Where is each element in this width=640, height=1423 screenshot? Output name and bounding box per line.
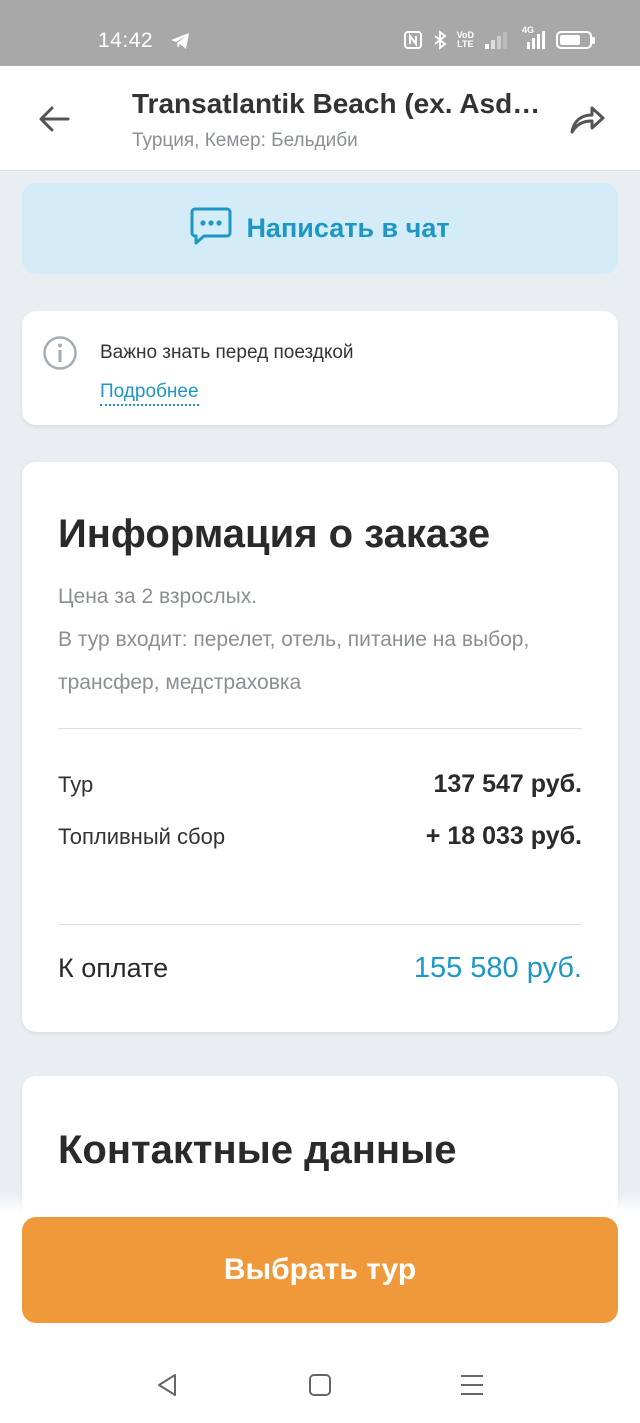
- fuel-fee-row: Топливный сбор + 18 033 руб.: [58, 822, 582, 851]
- fuel-label: Топливный сбор: [58, 824, 226, 849]
- tour-price-row: Тур 137 547 руб.: [58, 770, 582, 799]
- important-notice-card: Важно знать перед поездкой Подробнее: [22, 311, 618, 425]
- share-button[interactable]: [566, 100, 608, 140]
- triangle-back-icon: [158, 1374, 176, 1396]
- square-home-icon: [309, 1374, 331, 1396]
- back-button[interactable]: [34, 99, 74, 139]
- signal-4g-icon: 4G: [520, 26, 546, 50]
- telegram-icon: [170, 32, 190, 50]
- notice-text: Важно знать перед поездкой: [100, 342, 354, 363]
- total-value: 155 580 руб.: [413, 952, 582, 984]
- order-title: Информация о заказе: [58, 512, 491, 556]
- status-time: 14:42: [98, 29, 154, 52]
- tour-label: Тур: [58, 772, 94, 797]
- nav-home-button[interactable]: [305, 1370, 335, 1400]
- tour-value: 137 547 руб.: [433, 770, 582, 798]
- order-description: Цена за 2 взрослых. В тур входит: переле…: [58, 575, 578, 704]
- chat-icon: [190, 206, 232, 251]
- chat-button[interactable]: Написать в чат: [22, 183, 618, 274]
- order-info-card: Информация о заказе Цена за 2 взрослых. …: [22, 462, 618, 1032]
- page-title: Transatlantik Beach (ex. Asdem Beach Lab…: [132, 88, 542, 119]
- price-note: Цена за 2 взрослых.: [58, 585, 258, 608]
- nfc-icon: [403, 30, 423, 50]
- system-nav-bar: [0, 1345, 640, 1423]
- app-header: Transatlantik Beach (ex. Asdem Beach Lab…: [0, 66, 640, 171]
- page-subtitle: Турция, Кемер: Бельдиби: [132, 130, 358, 151]
- nav-menu-button[interactable]: [457, 1370, 487, 1400]
- bluetooth-icon: [433, 30, 447, 50]
- total-row: К оплате 155 580 руб.: [58, 952, 582, 985]
- fuel-value: + 18 033 руб.: [425, 822, 582, 850]
- menu-icon: [461, 1375, 483, 1395]
- arrow-left-icon: [39, 106, 70, 132]
- volte-icon: VoD LTE: [456, 30, 474, 49]
- battery-icon: [556, 31, 595, 49]
- tour-includes: В тур входит: перелет, отель, питание на…: [58, 628, 530, 694]
- more-details-link[interactable]: Подробнее: [100, 381, 199, 406]
- divider: [58, 728, 582, 729]
- choose-tour-label: Выбрать тур: [223, 1253, 417, 1286]
- info-icon: [42, 335, 78, 376]
- signal-icon: [484, 30, 510, 50]
- share-icon: [570, 106, 605, 134]
- nav-back-button[interactable]: [152, 1370, 182, 1400]
- status-bar: 14:42 VoD LTE 4G: [0, 0, 640, 66]
- contacts-title: Контактные данные: [58, 1128, 457, 1172]
- choose-tour-button[interactable]: Выбрать тур: [22, 1217, 618, 1323]
- divider: [58, 924, 582, 925]
- chat-button-label: Написать в чат: [246, 213, 450, 243]
- total-label: К оплате: [58, 953, 169, 983]
